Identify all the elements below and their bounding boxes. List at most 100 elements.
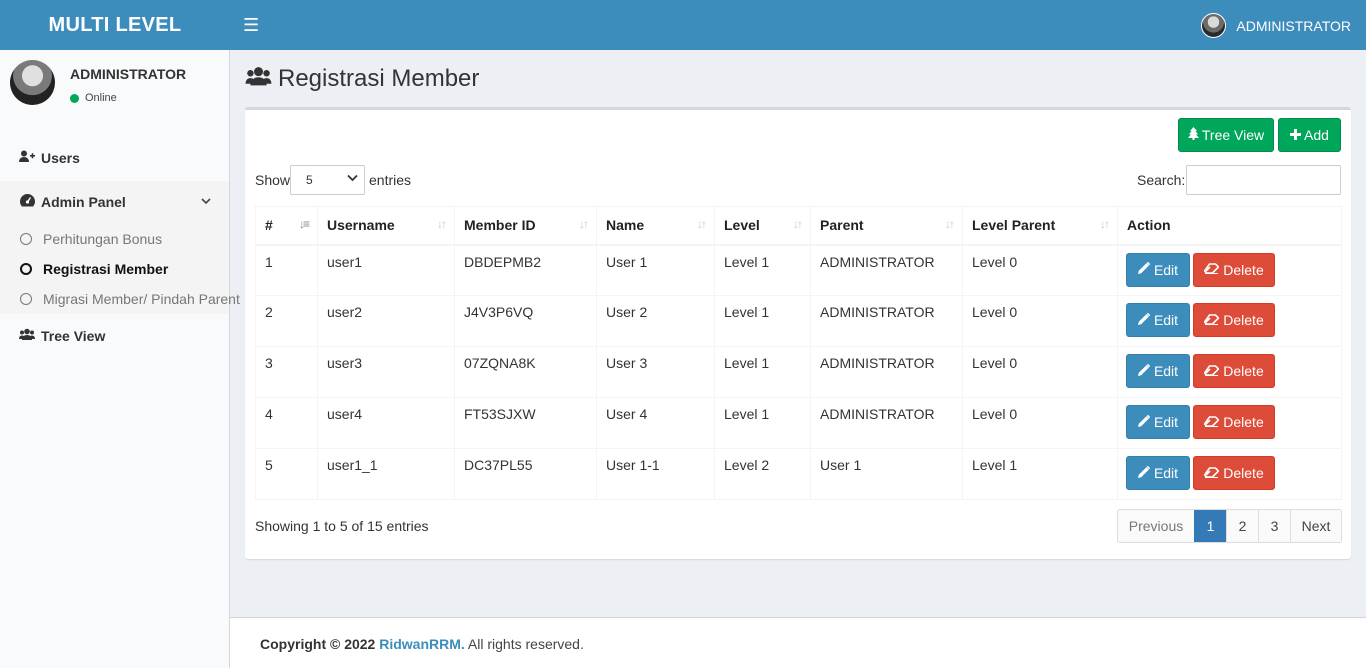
edit-button[interactable]: Edit [1126,354,1190,388]
edit-button-label: Edit [1153,363,1179,379]
cell-member-id: J4V3P6VQ [454,295,597,347]
user-menu-name: ADMINISTRATOR [1236,17,1351,34]
cell-number: 1 [255,244,318,296]
sidebar-item-label: Admin Panel [41,194,126,210]
circle-icon [20,293,32,305]
cell-username: user1_1 [317,448,455,500]
cell-name: User 4 [596,397,715,449]
sidebar-item-label: Migrasi Member/ Pindah Parent [43,291,240,307]
sidebar-toggle-icon[interactable]: ☰ [243,14,259,36]
column-header-parent[interactable]: Parent ↓↑ [810,206,963,246]
tree-view-button-label: Tree View [1201,127,1265,143]
sidebar-item-users[interactable]: Users [0,146,229,170]
table-row: 2 user2 J4V3P6VQ User 2 Level 1 ADMINISTRATOR… [255,295,1342,347]
pencil-icon [1137,261,1151,277]
column-header-member-id[interactable]: Member ID ↓↑ [454,206,597,246]
table-header-row: # ↓≡ Username ↓↑ Member ID ↓↑ Name ↓↑ Level ↓… [255,206,1342,246]
pagination-page-1[interactable]: 1 [1194,510,1226,542]
member-table: # ↓≡ Username ↓↑ Member ID ↓↑ Name ↓↑ Level ↓… [255,206,1342,500]
table-row: 4 user4 FT53SJXW User 4 Level 1 ADMINISTRATOR… [255,397,1342,449]
pagination-page-3[interactable]: 3 [1258,510,1290,542]
entries-label: entries [369,172,412,188]
delete-button[interactable]: Delete [1193,456,1275,490]
delete-button[interactable]: Delete [1193,303,1275,337]
cell-number: 3 [255,346,318,398]
delete-button[interactable]: Delete [1193,252,1275,287]
edit-button[interactable]: Edit [1126,405,1190,439]
footer-brand-link[interactable]: RidwanRRM. [379,636,465,652]
delete-button[interactable]: Delete [1193,405,1275,439]
sidebar-user-panel: ADMINISTRATOR Online [10,60,220,110]
online-status-label: Online [85,92,117,104]
users-icon [245,66,272,93]
sort-icon: ↓↑ [437,217,447,231]
sidebar-user-name: ADMINISTRATOR [70,66,187,82]
pagination-page-2[interactable]: 2 [1226,510,1258,542]
plus-icon [1290,128,1302,143]
cell-username: user3 [317,346,455,398]
cell-member-id: DC37PL55 [454,448,597,500]
delete-button-label: Delete [1223,465,1264,481]
cell-member-id: 07ZQNA8K [454,346,597,398]
edit-button-label: Edit [1153,465,1179,481]
table-info: Showing 1 to 5 of 15 entries [255,518,429,534]
cell-level: Level 1 [714,397,811,449]
tree-view-button[interactable]: Tree View [1178,118,1274,152]
cell-level-parent: Level 0 [962,346,1118,398]
column-header-action: Action [1117,206,1342,246]
user-menu[interactable]: ADMINISTRATOR [1201,13,1351,38]
column-header-level[interactable]: Level ↓↑ [714,206,811,246]
column-header-number[interactable]: # ↓≡ [255,206,318,246]
column-header-name[interactable]: Name ↓↑ [596,206,715,246]
pencil-icon [1137,414,1151,430]
cell-action: Edit Delete [1117,346,1342,398]
sidebar-item-perhitungan-bonus[interactable]: Perhitungan Bonus [0,224,229,254]
entries-select[interactable]: 5 [290,165,365,195]
page-title: Registrasi Member [245,65,479,93]
pagination-previous[interactable]: Previous [1118,510,1194,542]
cell-parent: ADMINISTRATOR [810,397,963,449]
cell-level: Level 1 [714,244,811,296]
app-logo[interactable]: MULTI LEVEL [0,0,230,50]
circle-icon [20,263,32,275]
edit-button-label: Edit [1153,261,1179,278]
search-input[interactable] [1186,165,1341,195]
edit-button[interactable]: Edit [1126,456,1190,490]
add-button-label: Add [1304,127,1329,143]
avatar [10,60,55,105]
delete-button-label: Delete [1223,363,1264,379]
sort-asc-icon: ↓≡ [298,217,310,231]
eraser-icon [1203,364,1220,379]
column-header-level-parent[interactable]: Level Parent ↓↑ [962,206,1118,246]
cell-member-id: DBDEPMB2 [454,244,597,296]
cell-member-id: FT53SJXW [454,397,597,449]
cell-name: User 3 [596,346,715,398]
sidebar-item-migrasi-member[interactable]: Migrasi Member/ Pindah Parent [0,284,240,314]
cell-username: user2 [317,295,455,347]
sidebar-item-label: Registrasi Member [43,261,169,277]
cell-username: user1 [317,244,455,296]
delete-button-label: Delete [1223,261,1264,278]
delete-button-label: Delete [1223,414,1264,430]
avatar [1201,13,1227,38]
sidebar-item-admin-panel[interactable]: Admin Panel [0,181,229,223]
table-row: 3 user3 07ZQNA8K User 3 Level 1 ADMINISTRATOR… [255,346,1342,398]
sort-icon: ↓↑ [945,217,955,231]
cell-level-parent: Level 0 [962,295,1118,347]
pencil-icon [1137,465,1151,481]
cell-number: 2 [255,295,318,347]
footer-copyright: Copyright © 2022 [260,636,376,652]
sidebar-item-tree-view[interactable]: Tree View [0,324,229,348]
cell-name: User 1 [596,244,715,296]
cell-action: Edit Delete [1117,448,1342,500]
add-button[interactable]: Add [1278,118,1341,152]
edit-button[interactable]: Edit [1126,303,1190,337]
sidebar-item-registrasi-member[interactable]: Registrasi Member [0,254,229,284]
cell-name: User 2 [596,295,715,347]
column-header-username[interactable]: Username ↓↑ [317,206,455,246]
edit-button-label: Edit [1153,312,1179,328]
sidebar-item-label: Perhitungan Bonus [43,231,163,247]
delete-button[interactable]: Delete [1193,354,1275,388]
edit-button[interactable]: Edit [1126,252,1190,287]
pagination-next[interactable]: Next [1290,510,1341,542]
